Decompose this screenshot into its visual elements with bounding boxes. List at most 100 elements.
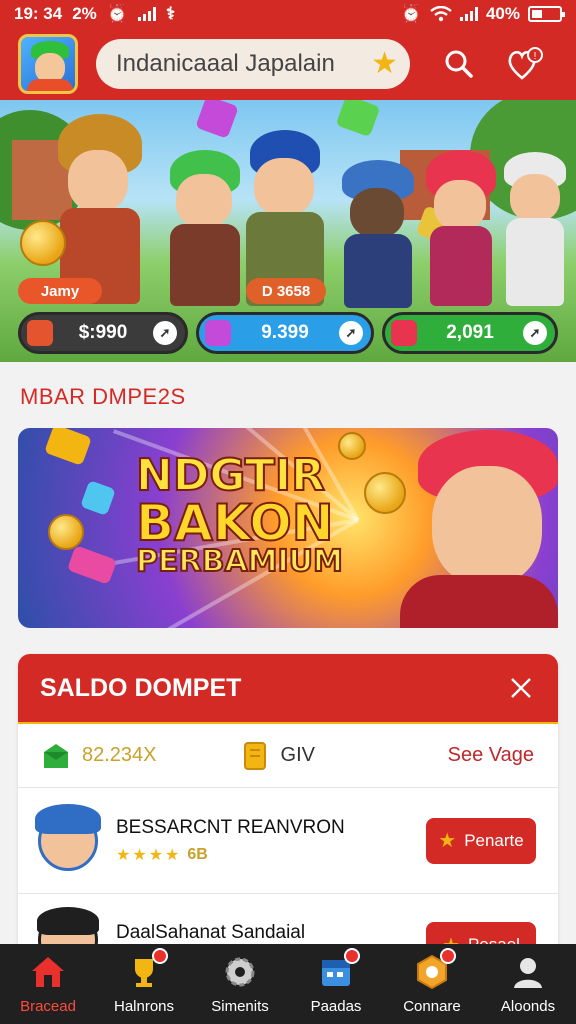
star-icon[interactable]: ★ [371, 49, 398, 79]
wallet-balance-value: 82.234X [82, 744, 157, 766]
hero-character [160, 150, 250, 310]
usb-icon: ⚕ [165, 4, 176, 23]
signal-icon [137, 7, 156, 21]
nav-label: Bracead [20, 998, 76, 1015]
gem-balance-pill[interactable]: 9.399 ➚ [196, 312, 374, 354]
hero-character [336, 160, 420, 310]
promo-character-body [400, 575, 558, 628]
star-icon: ★ [132, 846, 147, 864]
energy-balance-value: 2,091 [446, 322, 494, 343]
wallet-stats: 82.234X GIV See Vage [18, 724, 558, 788]
player-avatar [35, 803, 101, 871]
gem-icon [195, 100, 239, 139]
alarm-icon: ⏰ [400, 4, 422, 23]
section-title: MBAR DMPE2S [20, 384, 186, 409]
list-item[interactable]: DaalSahanat Sandaial ★ Pesael [18, 894, 558, 944]
row-action-label: Penarte [464, 830, 524, 850]
star-icon: ★ [442, 933, 460, 945]
wallet-icon [44, 743, 68, 768]
calendar-icon [316, 948, 360, 992]
row-action-label: Pesael [468, 935, 520, 944]
arrow-icon: ➚ [339, 321, 363, 345]
trophy-icon [124, 948, 168, 992]
promo-character [432, 466, 542, 586]
gem-icon [205, 320, 231, 346]
wallet-header: SALDO DOMPET [18, 654, 558, 722]
energy-balance-pill[interactable]: 2,091 ➚ [382, 312, 558, 354]
wallet-title: SALDO DOMPET [40, 673, 242, 702]
app-header: Indanicaaal Japalain ★ ! [0, 28, 576, 100]
nav-label: Paadas [310, 998, 362, 1015]
nav-item-trophies[interactable]: Halnrons [96, 944, 192, 1024]
bottom-navigation: Bracead Halnrons Simenits Paadas Connare… [0, 944, 576, 1024]
alarm-icon: ⏰ [106, 4, 128, 23]
nav-label: Simenits [211, 998, 269, 1015]
gem-icon [335, 100, 381, 138]
coin-balance-value: $:990 [78, 322, 128, 343]
nav-item-profile[interactable]: Aloonds [480, 944, 576, 1024]
row-action-button[interactable]: ★ Pesael [426, 922, 536, 944]
status-bar: 19: 34 2% ⏰ ⚕ ⏰ 40% [0, 0, 576, 28]
player-rating: ★ ★ ★ ★ 6B [116, 845, 426, 865]
home-icon [28, 952, 68, 992]
search-button[interactable] [436, 41, 482, 87]
player-avatar [37, 907, 99, 944]
notification-badge [344, 948, 360, 964]
star-icon: ★ [165, 846, 180, 864]
gem-icon [66, 545, 118, 585]
wifi-icon [430, 6, 452, 22]
wallet-card: SALDO DOMPET 82.234X GIV See Vage BESSAR… [18, 654, 558, 944]
nav-label: Connare [403, 998, 461, 1015]
coin-icon [48, 514, 84, 550]
profile-icon [508, 952, 548, 992]
svg-text:!: ! [534, 51, 537, 62]
coin-icon [364, 472, 406, 514]
arrow-icon: ➚ [523, 321, 547, 345]
search-icon [445, 50, 473, 78]
coin-icon [338, 432, 366, 460]
close-icon [511, 678, 531, 698]
hero-chip: D 3658 [246, 278, 326, 304]
star-icon: ★ [148, 846, 164, 864]
ticket-icon [243, 741, 266, 770]
promo-line-3: PERBAMIUM [135, 543, 344, 580]
list-item[interactable]: BESSARCNT REANVRON ★ ★ ★ ★ 6B ★ Penarte [18, 788, 558, 894]
nav-item-settings[interactable]: Simenits [192, 944, 288, 1024]
hero-character [502, 152, 568, 310]
search-text: Indanicaaal Japalain [116, 50, 335, 77]
nav-item-home[interactable]: Bracead [0, 944, 96, 1024]
hero-character [424, 150, 498, 310]
gear-icon [220, 952, 260, 992]
close-button[interactable] [506, 673, 536, 703]
player-name: DaalSahanat Sandaial [116, 922, 306, 943]
status-battery-text: 2% [72, 4, 97, 23]
coin-balance-pill[interactable]: $:990 ➚ [18, 312, 188, 354]
nav-label: Aloonds [500, 998, 556, 1015]
search-bar[interactable]: Indanicaaal Japalain ★ [96, 39, 410, 89]
avatar-shirt [27, 79, 73, 91]
status-time: 19: 34 [14, 4, 63, 23]
nav-item-connect[interactable]: Connare [384, 944, 480, 1024]
nav-label: Halnrons [113, 998, 175, 1015]
player-rating-value: 6B [187, 845, 208, 863]
arrow-icon: ➚ [153, 321, 177, 345]
player-name: BESSARCNT REANVRON [116, 816, 345, 838]
app-avatar[interactable] [18, 34, 78, 94]
chest-icon [27, 320, 53, 346]
heart-notification-icon: ! [508, 47, 543, 80]
row-action-button[interactable]: ★ Penarte [426, 817, 536, 864]
badge-icon [412, 948, 456, 992]
wallet-ticket: GIV [241, 741, 315, 771]
favorites-button[interactable]: ! [502, 41, 548, 87]
star-icon: ★ [438, 830, 457, 852]
coin-icon [20, 220, 66, 266]
wallet-balance: 82.234X [42, 742, 157, 770]
battery-icon [528, 6, 565, 22]
nav-item-schedule[interactable]: Paadas [288, 944, 384, 1024]
notification-badge [440, 948, 456, 964]
gem-icon [80, 480, 116, 516]
notification-badge [152, 948, 168, 964]
gem-balance-value: 9.399 [261, 322, 309, 343]
see-page-link[interactable]: See Vage [448, 744, 534, 767]
star-icon: ★ [116, 846, 131, 864]
